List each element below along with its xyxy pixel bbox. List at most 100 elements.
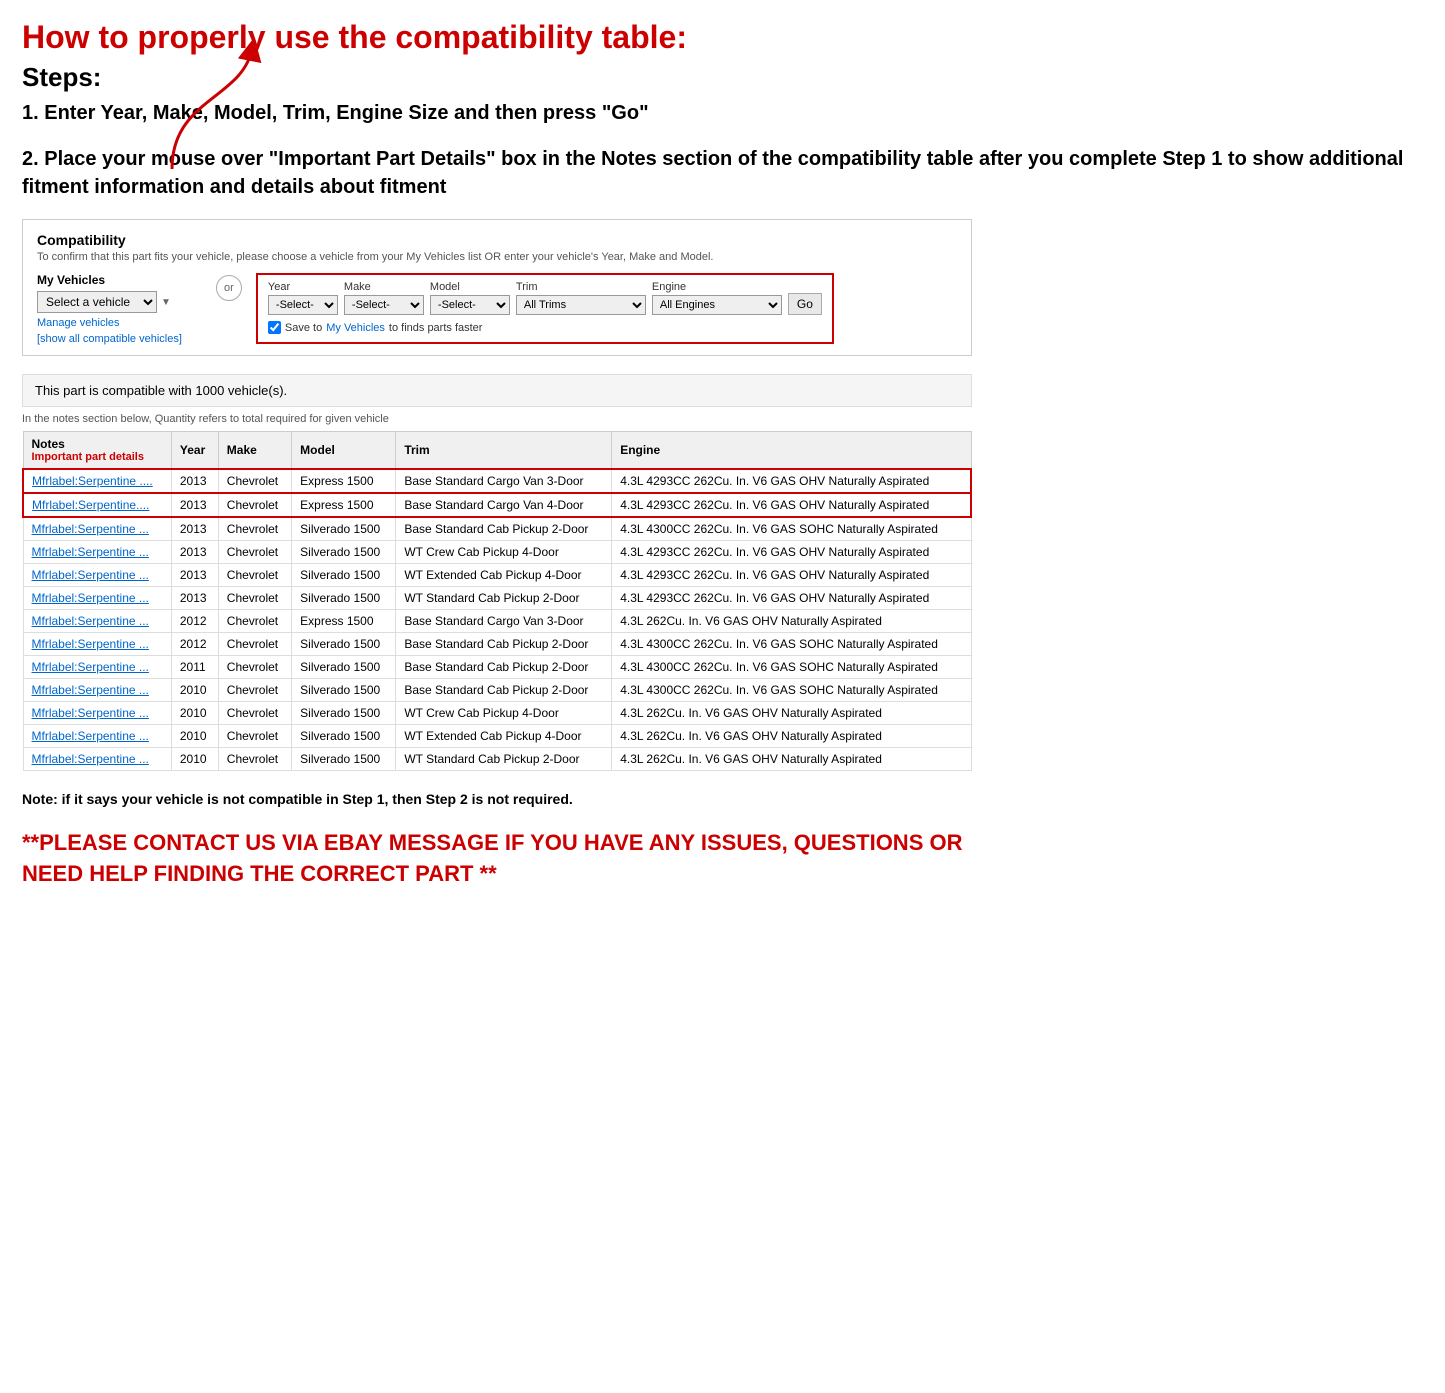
cell-model: Silverado 1500 [292,702,396,725]
cell-engine: 4.3L 4300CC 262Cu. In. V6 GAS SOHC Natur… [612,517,971,541]
cell-trim: WT Extended Cab Pickup 4-Door [396,564,612,587]
cell-year: 2012 [171,610,218,633]
col-year: Year [171,432,218,470]
cell-notes: Mfrlabel:Serpentine ... [23,656,171,679]
cell-trim: WT Extended Cab Pickup 4-Door [396,725,612,748]
table-row: Mfrlabel:Serpentine ...2012ChevroletExpr… [23,610,971,633]
trim-field: Trim All Trims [516,281,646,315]
cell-trim: WT Crew Cab Pickup 4-Door [396,541,612,564]
cell-notes: Mfrlabel:Serpentine ... [23,679,171,702]
cell-make: Chevrolet [218,702,291,725]
cell-engine: 4.3L 4293CC 262Cu. In. V6 GAS OHV Natura… [612,541,971,564]
mfr-label-link[interactable]: Mfrlabel:Serpentine ... [32,637,149,651]
cell-make: Chevrolet [218,564,291,587]
cell-engine: 4.3L 4293CC 262Cu. In. V6 GAS OHV Natura… [612,493,971,517]
table-row: Mfrlabel:Serpentine ...2010ChevroletSilv… [23,748,971,771]
mfr-label-link[interactable]: Mfrlabel:Serpentine ... [32,591,149,605]
make-select[interactable]: -Select- [344,295,424,315]
vehicle-select[interactable]: Select a vehicle [37,291,157,313]
table-row: Mfrlabel:Serpentine ... 2012ChevroletSilv… [23,633,971,656]
cell-make: Chevrolet [218,517,291,541]
model-select[interactable]: -Select- [430,295,510,315]
mfr-label-link[interactable]: Mfrlabel:Serpentine ... [32,683,149,697]
cell-trim: Base Standard Cab Pickup 2-Door [396,656,612,679]
cell-year: 2010 [171,725,218,748]
compatibility-table: Notes Important part details Year Make M… [22,431,972,771]
col-notes: Notes Important part details [23,432,171,470]
mfr-label-link[interactable]: Mfrlabel:Serpentine ... [32,752,149,766]
table-row: Mfrlabel:Serpentine ...2013ChevroletSilv… [23,541,971,564]
cell-engine: 4.3L 262Cu. In. V6 GAS OHV Naturally Asp… [612,725,971,748]
table-row: Mfrlabel:Serpentine ...2013ChevroletSilv… [23,587,971,610]
cell-trim: WT Crew Cab Pickup 4-Door [396,702,612,725]
cell-engine: 4.3L 4293CC 262Cu. In. V6 GAS OHV Natura… [612,469,971,493]
cell-model: Silverado 1500 [292,679,396,702]
cell-make: Chevrolet [218,610,291,633]
cell-trim: Base Standard Cargo Van 4-Door [396,493,612,517]
cell-notes: Mfrlabel:Serpentine ... [23,748,171,771]
cell-engine: 4.3L 4300CC 262Cu. In. V6 GAS SOHC Natur… [612,679,971,702]
cell-make: Chevrolet [218,748,291,771]
col-engine: Engine [612,432,971,470]
my-vehicles-section: My Vehicles Select a vehicle ▼ Manage ve… [37,273,182,345]
show-compatible-link[interactable]: [show all compatible vehicles] [37,333,182,345]
cell-year: 2013 [171,564,218,587]
cell-engine: 4.3L 262Cu. In. V6 GAS OHV Naturally Asp… [612,748,971,771]
year-select[interactable]: -Select- [268,295,338,315]
mfr-label-link[interactable]: Mfrlabel:Serpentine.... [32,498,149,512]
engine-select[interactable]: All Engines [652,295,782,315]
cell-year: 2013 [171,541,218,564]
cell-trim: Base Standard Cargo Van 3-Door [396,469,612,493]
note-text: Note: if it says your vehicle is not com… [22,789,972,810]
cell-year: 2013 [171,587,218,610]
cell-notes: Mfrlabel:Serpentine ... [23,725,171,748]
trim-label: Trim [516,281,646,293]
cell-notes: Mfrlabel:Serpentine ... [23,517,171,541]
trim-select[interactable]: All Trims [516,295,646,315]
cell-year: 2013 [171,517,218,541]
cell-make: Chevrolet [218,656,291,679]
compatibility-subtext: To confirm that this part fits your vehi… [37,251,957,263]
cell-make: Chevrolet [218,469,291,493]
cell-trim: WT Standard Cab Pickup 2-Door [396,587,612,610]
col-trim: Trim [396,432,612,470]
save-text: Save to [285,322,322,334]
engine-field: Engine All Engines [652,281,782,315]
mfr-label-link[interactable]: Mfrlabel:Serpentine ... [32,729,149,743]
step2-text: 2. Place your mouse over "Important Part… [22,145,1423,201]
save-checkbox[interactable] [268,321,281,334]
cell-trim: Base Standard Cab Pickup 2-Door [396,679,612,702]
main-title: How to properly use the compatibility ta… [22,18,1423,56]
manage-vehicles-link[interactable]: Manage vehicles [37,317,182,329]
cell-model: Silverado 1500 [292,633,396,656]
cell-year: 2012 [171,633,218,656]
year-field: Year -Select- [268,281,338,315]
mfr-label-link[interactable]: Mfrlabel:Serpentine ... [32,545,149,559]
save-row: Save to My Vehicles to finds parts faste… [268,321,822,334]
table-row: Mfrlabel:Serpentine ...2011ChevroletSilv… [23,656,971,679]
mfr-label-link[interactable]: Mfrlabel:Serpentine ... [32,568,149,582]
cell-notes: Mfrlabel:Serpentine ... [23,610,171,633]
cell-notes: Mfrlabel:Serpentine ... [23,587,171,610]
cell-year: 2010 [171,702,218,725]
cell-make: Chevrolet [218,679,291,702]
mfr-label-link[interactable]: Mfrlabel:Serpentine ... [32,614,149,628]
mfr-label-link[interactable]: Mfrlabel:Serpentine .... [32,474,153,488]
cell-notes: Mfrlabel:Serpentine ... [23,564,171,587]
make-field: Make -Select- [344,281,424,315]
my-vehicles-label: My Vehicles [37,273,182,287]
steps-title: Steps: [22,62,1423,93]
mfr-label-link[interactable]: Mfrlabel:Serpentine ... [32,522,149,536]
cell-trim: Base Standard Cab Pickup 2-Door [396,517,612,541]
cell-engine: 4.3L 4300CC 262Cu. In. V6 GAS SOHC Natur… [612,633,971,656]
cell-make: Chevrolet [218,633,291,656]
mfr-label-link[interactable]: Mfrlabel:Serpentine ... [32,706,149,720]
cell-trim: Base Standard Cargo Van 3-Door [396,610,612,633]
or-circle: or [216,275,242,301]
table-row: Mfrlabel:Serpentine....2013ChevroletExpr… [23,493,971,517]
go-button[interactable]: Go [788,293,822,315]
mfr-label-link[interactable]: Mfrlabel:Serpentine ... [32,660,149,674]
engine-label: Engine [652,281,782,293]
cell-engine: 4.3L 4293CC 262Cu. In. V6 GAS OHV Natura… [612,587,971,610]
my-vehicles-save-link[interactable]: My Vehicles [326,322,385,334]
